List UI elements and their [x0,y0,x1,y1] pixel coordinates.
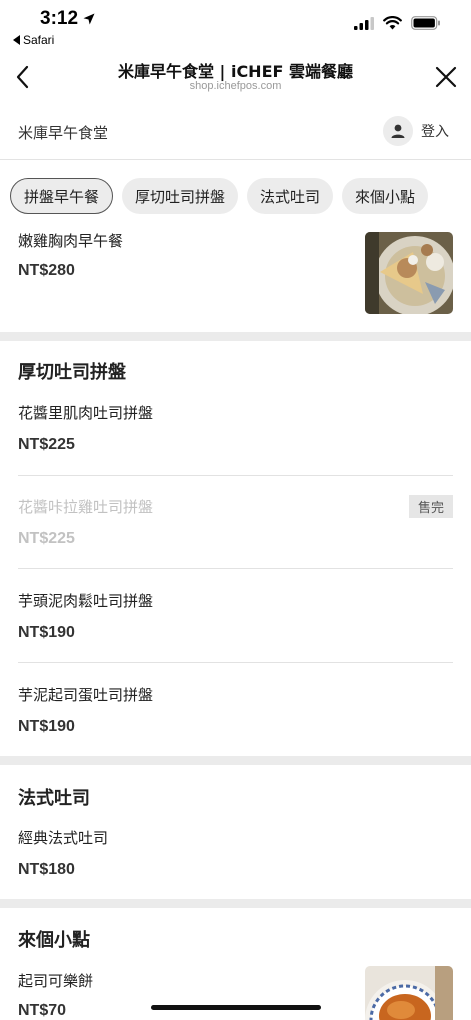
section-separator [0,899,471,908]
menu-item-chicken-brunch[interactable]: 嫩雞胸肉早午餐 NT$280 [0,228,471,328]
wifi-icon [383,16,402,30]
item-price: NT$280 [18,262,75,279]
time-text: 3:12 [40,8,79,29]
close-icon[interactable] [433,64,459,90]
store-name: 米庫早午食堂 [18,124,109,142]
item-name: 經典法式吐司 [18,829,109,847]
section-title-french-toast: 法式吐司 [18,788,90,809]
home-indicator[interactable] [151,1005,321,1010]
browser-nav-header: 米庫早午食堂 | iCHEF 雲端餐廳 shop.ichefpos.com [0,52,471,102]
page-url: shop.ichefpos.com [189,80,282,92]
section-title-thick-toast: 厚切吐司拼盤 [18,362,126,383]
menu-item-sold-out[interactable]: 花醬咔拉雞吐司拼盤 NT$225 售完 [0,494,471,566]
tab-french-toast[interactable]: 法式吐司 [247,178,334,214]
menu-item[interactable]: 花醬里肌肉吐司拼盤 NT$225 [0,400,471,472]
back-to-safari[interactable]: Safari [13,33,54,47]
item-name: 芋泥起司蛋吐司拼盤 [18,686,154,704]
user-icon [391,124,405,138]
back-triangle-icon [13,35,20,45]
brunch-plate-photo [365,232,453,314]
item-name: 花醬里肌肉吐司拼盤 [18,404,154,422]
category-tabs: 拼盤早午餐 厚切吐司拼盤 法式吐司 來個小點 [10,178,429,214]
system-icons [354,16,441,30]
location-arrow-icon [83,13,95,25]
tab-platter-brunch[interactable]: 拼盤早午餐 [10,178,114,214]
menu-item[interactable]: 經典法式吐司 NT$180 [0,825,471,897]
status-time: 3:12 [40,8,96,30]
back-app-label: Safari [23,33,55,47]
sold-out-badge: 售完 [408,495,453,518]
status-bar: 3:12 Safari [0,0,471,50]
item-price: NT$225 [18,530,75,547]
item-name: 芋頭泥肉鬆吐司拼盤 [18,592,154,610]
item-name: 花醬咔拉雞吐司拼盤 [18,498,154,516]
item-divider [18,662,453,663]
section-title-snacks: 來個小點 [18,930,90,951]
tab-snacks[interactable]: 來個小點 [342,178,429,214]
item-price: NT$225 [18,436,75,453]
section-separator [0,756,471,765]
avatar [383,116,413,146]
store-header: 米庫早午食堂 登入 [0,108,471,160]
login-button[interactable]: 登入 [383,116,449,146]
battery-icon [411,16,440,30]
item-price: NT$70 [18,1002,67,1019]
item-price: NT$190 [18,624,75,641]
login-label: 登入 [421,124,449,140]
page-title: 米庫早午食堂 | iCHEF 雲端餐廳 [117,62,354,81]
menu-item[interactable]: 芋泥起司蛋吐司拼盤 NT$190 [0,682,471,754]
item-divider [18,568,453,569]
item-divider [18,475,453,476]
item-price: NT$190 [18,718,75,735]
croquette-photo [365,966,453,1020]
item-photo [365,232,453,314]
cellular-signal-icon [354,16,374,30]
section-separator [0,332,471,341]
item-name: 嫩雞胸肉早午餐 [18,232,124,250]
item-photo [365,966,453,1020]
item-name: 起司可樂餅 [18,972,94,990]
item-price: NT$180 [18,861,75,878]
tab-thick-toast[interactable]: 厚切吐司拼盤 [122,178,239,214]
menu-item[interactable]: 芋頭泥肉鬆吐司拼盤 NT$190 [0,588,471,660]
